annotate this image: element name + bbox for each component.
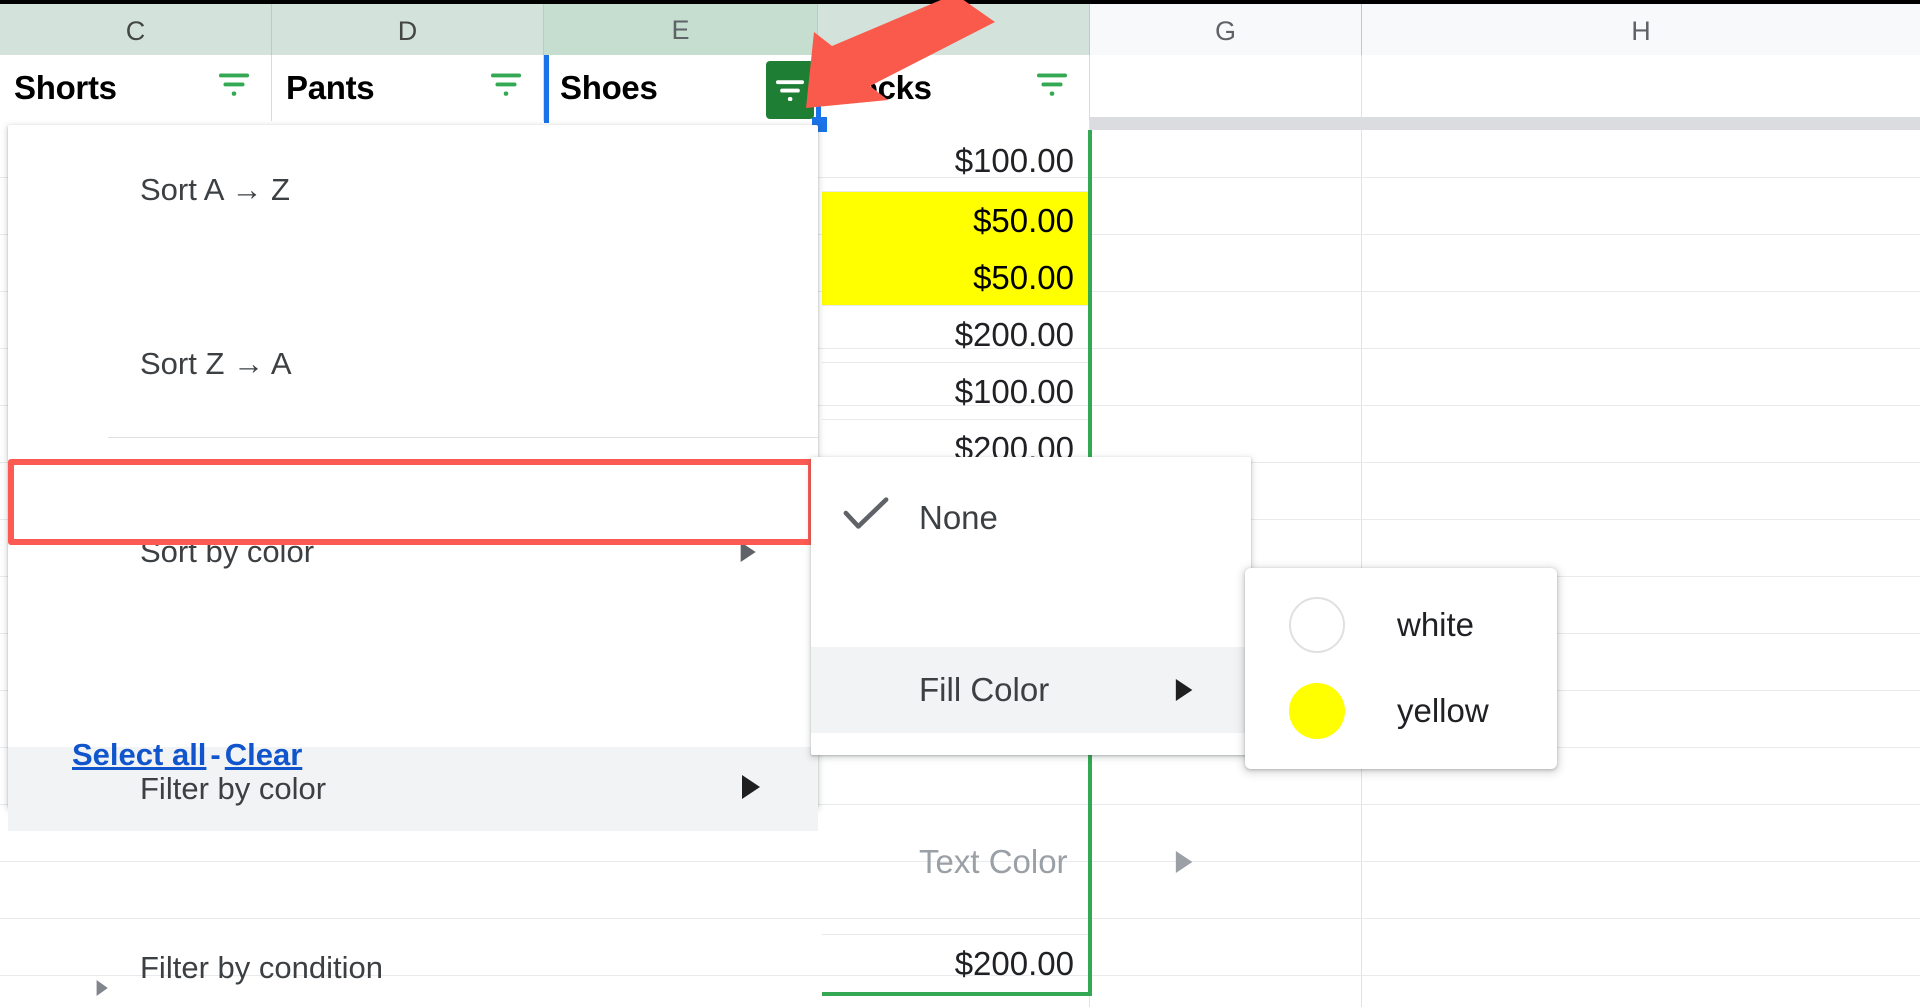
table-header-socks[interactable]: Socks <box>822 55 1090 121</box>
checkmark-icon <box>843 496 889 540</box>
submenu-item-text-color: Text Color <box>811 819 1251 905</box>
selection-border-right <box>816 55 821 123</box>
table-header-label: Shorts <box>14 69 117 106</box>
submenu-item-label: Fill Color <box>919 671 1050 708</box>
filter-range-border-bottom <box>822 992 1092 996</box>
menu-item-label: Sort A → Z <box>140 172 290 207</box>
submenu-item-label: None <box>919 499 998 536</box>
menu-item-filter-by-condition[interactable]: Filter by condition <box>8 923 818 1007</box>
fill-color-palette-submenu[interactable]: white yellow <box>1245 568 1557 769</box>
menu-divider <box>108 437 818 438</box>
palette-item-label: white <box>1397 606 1475 643</box>
grid-hline <box>822 934 1088 935</box>
clear-link[interactable]: Clear <box>225 737 303 773</box>
menu-item-label: Sort Z → A <box>140 346 292 381</box>
table-header-label: Pants <box>286 69 375 106</box>
cell-f6[interactable]: $100.00 <box>822 363 1088 420</box>
select-all-link[interactable]: Select all <box>72 737 206 773</box>
filter-icon[interactable] <box>1033 71 1071 106</box>
filter-icon[interactable] <box>215 71 253 106</box>
cell-f2[interactable]: $100.00 <box>822 131 1088 191</box>
menu-item-label: Sort by color <box>140 534 315 569</box>
column-header-e[interactable]: E <box>544 4 818 59</box>
cell-f3[interactable]: $50.00 <box>822 192 1088 249</box>
column-header-d[interactable]: D <box>272 4 544 59</box>
column-header-g[interactable]: G <box>1090 4 1362 59</box>
column-header-f[interactable]: F <box>818 4 1090 59</box>
selection-border-left <box>544 55 549 123</box>
filter-icon[interactable] <box>487 71 525 106</box>
table-header-pants[interactable]: Pants <box>272 55 544 121</box>
color-swatch-white-icon <box>1289 597 1345 653</box>
palette-item-label: yellow <box>1397 692 1489 729</box>
chevron-right-icon <box>741 771 763 807</box>
spreadsheet-filter-screen: C D E F G H Shorts Pants Shoes Socks $10… <box>0 0 1920 1007</box>
column-header-c[interactable]: C <box>0 4 272 59</box>
menu-item-sort-za[interactable]: Sort Z → A <box>8 317 818 411</box>
column-header-h[interactable]: H <box>1362 4 1920 59</box>
submenu-item-label: Text Color <box>919 843 1068 880</box>
palette-item-white[interactable]: white <box>1245 582 1557 668</box>
table-header-shorts[interactable]: Shorts <box>0 55 272 121</box>
active-filter-button[interactable] <box>766 61 814 119</box>
cell-f13[interactable]: $200.00 <box>822 935 1088 992</box>
grid-hline <box>822 362 1088 363</box>
select-all-clear-row: Select all - Clear <box>72 737 302 773</box>
column-header-strip: C D E F G H <box>0 0 1920 59</box>
grid-hline <box>0 918 1920 919</box>
table-header-label: Shoes <box>560 69 658 106</box>
cell-f4[interactable]: $50.00 <box>822 249 1088 306</box>
link-separator: - <box>210 737 221 772</box>
cell-f5[interactable]: $200.00 <box>822 306 1088 363</box>
palette-item-yellow[interactable]: yellow <box>1245 668 1557 754</box>
table-header-label: Socks <box>836 69 932 106</box>
menu-item-label: Filter by color <box>140 771 327 806</box>
table-header-row: Shorts Pants Shoes Socks <box>0 55 1920 121</box>
submenu-item-fill-color[interactable]: Fill Color <box>811 647 1251 733</box>
grid-hline <box>822 305 1088 306</box>
menu-item-label: Filter by condition <box>140 950 383 985</box>
grid-hline <box>822 419 1088 420</box>
chevron-right-icon <box>1175 671 1195 709</box>
submenu-item-none[interactable]: None <box>811 475 1251 561</box>
chevron-right-icon <box>1175 843 1195 881</box>
grid-hline <box>822 191 1088 192</box>
filter-dropdown-menu[interactable]: Sort A → Z Sort Z → A Sort by color Filt… <box>8 125 818 996</box>
color-swatch-yellow-icon <box>1289 683 1345 739</box>
grid-vline <box>1361 55 1362 1007</box>
filter-by-color-submenu[interactable]: None Fill Color Text Color <box>811 457 1251 880</box>
chevron-right-icon <box>740 534 758 570</box>
menu-item-sort-by-color[interactable]: Sort by color <box>8 505 818 599</box>
menu-item-sort-az[interactable]: Sort A → Z <box>8 125 818 221</box>
